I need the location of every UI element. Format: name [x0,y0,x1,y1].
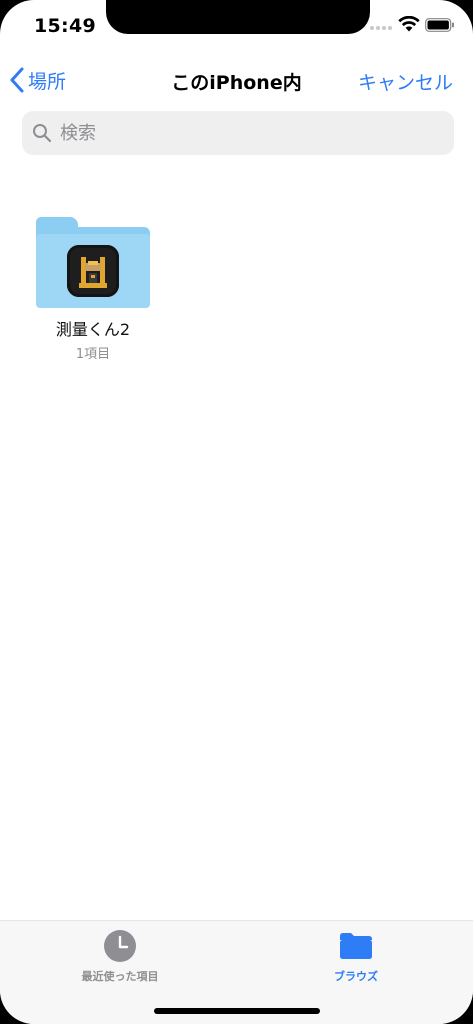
clock-icon [104,930,136,962]
navigation-bar: 場所 このiPhone内 キャンセル [0,52,473,108]
tab-recent[interactable]: 最近使った項目 [50,929,190,984]
surveying-instrument-icon [67,245,119,297]
status-time: 15:49 [34,15,96,37]
folder-name: 測量くん2 [55,320,131,339]
battery-icon [425,18,454,32]
folder-item-count: 1項目 [75,347,111,362]
notch [106,0,370,34]
wifi-icon [398,16,420,32]
folder-icon [36,212,150,308]
folder-icon [340,933,372,959]
cellular-signal-icon [370,26,396,32]
folder-item[interactable]: 測量くん2 1項目 [30,212,156,362]
tab-browse[interactable]: ブラウズ [286,929,426,984]
search-input[interactable] [58,121,432,145]
search-icon [33,124,52,143]
cancel-button[interactable]: キャンセル [358,68,453,95]
search-bar[interactable] [22,111,454,155]
status-bar: 15:49 [0,0,473,50]
tab-recent-label: 最近使った項目 [81,970,159,983]
phone-screen: 15:49 場所 このiPhone内 キャンセル 検索 測量くん2 1項目 最近… [0,0,473,1024]
home-indicator[interactable] [154,1008,320,1014]
tab-browse-label: ブラウズ [334,970,378,983]
